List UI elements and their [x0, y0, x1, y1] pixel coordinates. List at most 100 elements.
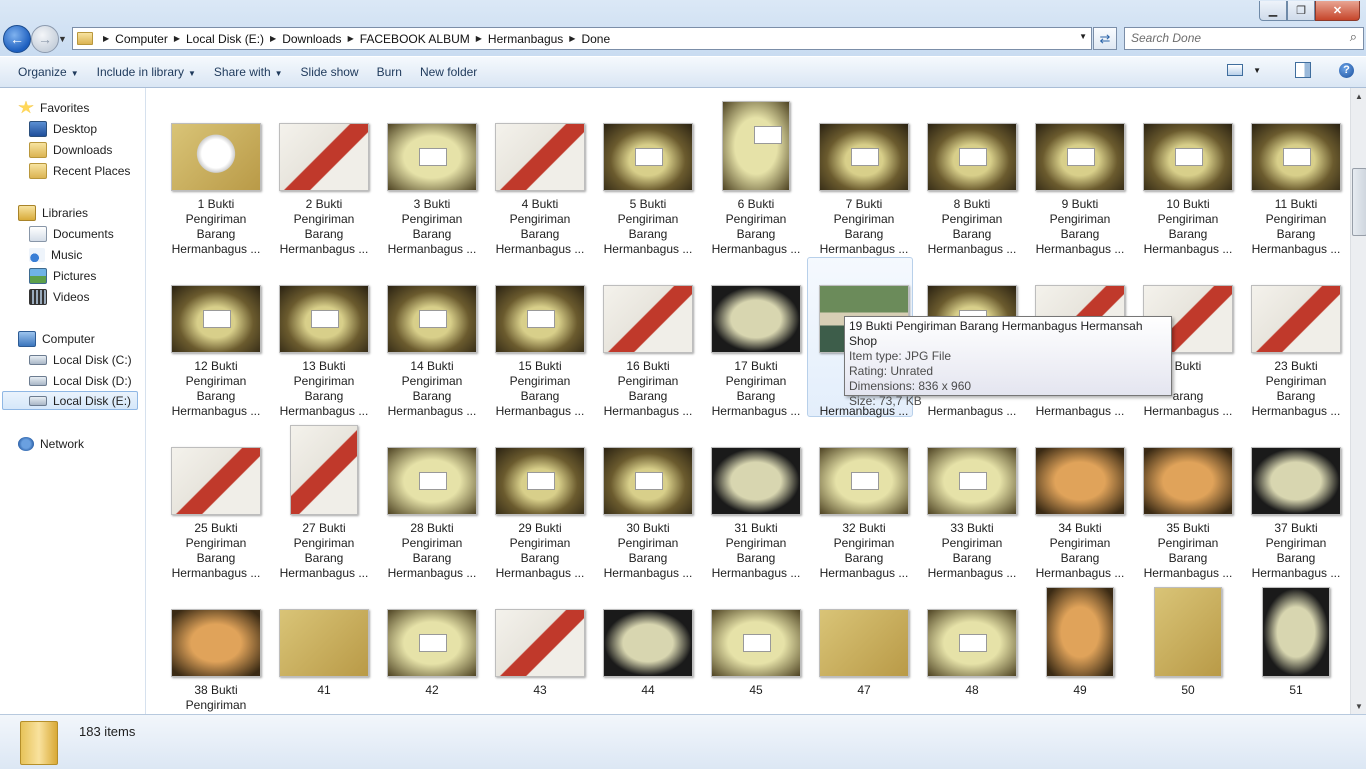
refresh-button[interactable]: ⇄	[1093, 27, 1117, 50]
scrollbar-thumb[interactable]	[1352, 168, 1366, 236]
file-item[interactable]: 45	[704, 581, 808, 714]
breadcrumb-downloads[interactable]: Downloads	[282, 32, 341, 46]
address-bar[interactable]: ▶ Computer ▶ Local Disk (E:) ▶ Downloads…	[72, 27, 1092, 50]
file-item[interactable]: 50	[1136, 581, 1240, 714]
file-item[interactable]: 17 Bukti Pengiriman Barang Hermanbagus ...	[704, 257, 808, 418]
breadcrumb-separator[interactable]: ▶	[270, 34, 276, 43]
file-item[interactable]: 7 Bukti Pengiriman Barang Hermanbagus ...	[812, 95, 916, 256]
scroll-down-arrow-icon[interactable]: ▼	[1351, 698, 1366, 714]
file-item[interactable]: 41	[272, 581, 376, 714]
file-name: 10 Bukti Pengiriman Barang Hermanbagus ...	[1136, 197, 1240, 257]
file-item[interactable]: 35 Bukti Pengiriman Barang Hermanbagus ...	[1136, 419, 1240, 580]
share-with-button[interactable]: Share with ▼	[205, 65, 292, 79]
preview-pane-icon[interactable]	[1295, 62, 1311, 78]
file-item[interactable]: 10 Bukti Pengiriman Barang Hermanbagus ...	[1136, 95, 1240, 256]
file-item[interactable]: 4 Bukti Pengiriman Barang Hermanbagus ...	[488, 95, 592, 256]
nav-local-disk-d[interactable]: Local Disk (D:)	[29, 371, 132, 390]
back-button[interactable]: ←	[3, 25, 31, 53]
file-item[interactable]: 34 Bukti Pengiriman Barang Hermanbagus ...	[1028, 419, 1132, 580]
file-item[interactable]: 23 Bukti Pengiriman Barang Hermanbagus ...	[1244, 257, 1348, 418]
nav-downloads[interactable]: Downloads	[29, 140, 112, 159]
file-item[interactable]: 12 Bukti Pengiriman Barang Hermanbagus ...	[164, 257, 268, 418]
file-name-line: Pengiriman	[185, 698, 247, 712]
file-item[interactable]: 9 Bukti Pengiriman Barang Hermanbagus ...	[1028, 95, 1132, 256]
file-item[interactable]: 15 Bukti Pengiriman Barang Hermanbagus ...	[488, 257, 592, 418]
nav-desktop[interactable]: Desktop	[29, 119, 97, 138]
file-item[interactable]: 29 Bukti Pengiriman Barang Hermanbagus ...	[488, 419, 592, 580]
nav-videos[interactable]: Videos	[29, 287, 89, 306]
file-item[interactable]: 44	[596, 581, 700, 714]
maximize-button[interactable]: ❐	[1287, 1, 1315, 21]
include-in-library-button[interactable]: Include in library ▼	[88, 65, 205, 79]
file-item[interactable]: 13 Bukti Pengiriman Barang Hermanbagus ...	[272, 257, 376, 418]
vertical-scrollbar[interactable]: ▲ ▼	[1350, 88, 1366, 714]
file-item[interactable]: 3 Bukti Pengiriman Barang Hermanbagus ...	[380, 95, 484, 256]
file-item[interactable]: 25 Bukti Pengiriman Barang Hermanbagus ...	[164, 419, 268, 580]
nav-music[interactable]: Music	[29, 245, 82, 264]
breadcrumb-separator[interactable]: ▶	[174, 34, 180, 43]
address-history-dropdown[interactable]: ▼	[1079, 32, 1087, 41]
file-item[interactable]: 14 Bukti Pengiriman Barang Hermanbagus ...	[380, 257, 484, 418]
file-item[interactable]: 27 Bukti Pengiriman Barang Hermanbagus ...	[272, 419, 376, 580]
file-item[interactable]: 32 Bukti Pengiriman Barang Hermanbagus ...	[812, 419, 916, 580]
search-input[interactable]	[1125, 28, 1331, 47]
file-item[interactable]: 51	[1244, 581, 1348, 714]
file-item[interactable]: 1 Bukti Pengiriman Barang Hermanbagus ...	[164, 95, 268, 256]
new-folder-button[interactable]: New folder	[411, 65, 486, 79]
file-item[interactable]: 49	[1028, 581, 1132, 714]
file-name-line: 38 Bukti	[194, 683, 238, 697]
file-item[interactable]: 11 Bukti Pengiriman Barang Hermanbagus ...	[1244, 95, 1348, 256]
breadcrumb-separator[interactable]: ▶	[569, 34, 575, 43]
file-item[interactable]: 2 Bukti Pengiriman Barang Hermanbagus ...	[272, 95, 376, 256]
breadcrumb-hermanbagus[interactable]: Hermanbagus	[488, 32, 563, 46]
search-box[interactable]: ⌕	[1124, 27, 1364, 50]
forward-button[interactable]: →	[31, 25, 59, 53]
view-options-dropdown[interactable]: ▼	[1253, 66, 1261, 75]
file-item[interactable]: 30 Bukti Pengiriman Barang Hermanbagus ...	[596, 419, 700, 580]
organize-button[interactable]: Organize ▼	[9, 65, 88, 79]
nav-libraries[interactable]: Libraries	[18, 203, 88, 222]
breadcrumb-done[interactable]: Done	[581, 32, 610, 46]
scroll-up-arrow-icon[interactable]: ▲	[1351, 88, 1366, 104]
nav-documents[interactable]: Documents	[29, 224, 114, 243]
breadcrumb-separator[interactable]: ▶	[348, 34, 354, 43]
file-item[interactable]: 37 Bukti Pengiriman Barang Hermanbagus ...	[1244, 419, 1348, 580]
recent-pages-dropdown[interactable]: ▼	[58, 34, 67, 44]
file-name-line: 47	[857, 683, 871, 697]
nav-pictures[interactable]: Pictures	[29, 266, 96, 285]
file-name-line: 33 Bukti	[950, 521, 994, 535]
file-item[interactable]: 48	[920, 581, 1024, 714]
file-item[interactable]: 28 Bukti Pengiriman Barang Hermanbagus ...	[380, 419, 484, 580]
file-item[interactable]: 47	[812, 581, 916, 714]
nav-computer[interactable]: Computer	[18, 329, 95, 348]
file-item[interactable]: 16 Bukti Pengiriman Barang Hermanbagus ...	[596, 257, 700, 418]
file-item[interactable]: 5 Bukti Pengiriman Barang Hermanbagus ...	[596, 95, 700, 256]
breadcrumb-separator[interactable]: ▶	[103, 34, 109, 43]
file-item[interactable]: 38 BuktiPengirimanBarang	[164, 581, 268, 714]
close-button[interactable]: ✕	[1315, 1, 1360, 21]
tooltip-size: Size: 73,7 KB	[849, 394, 922, 408]
file-item[interactable]: 31 Bukti Pengiriman Barang Hermanbagus ...	[704, 419, 808, 580]
file-item[interactable]: 8 Bukti Pengiriman Barang Hermanbagus ...	[920, 95, 1024, 256]
file-item[interactable]: 33 Bukti Pengiriman Barang Hermanbagus ...	[920, 419, 1024, 580]
slide-show-button[interactable]: Slide show	[292, 65, 368, 79]
nav-network[interactable]: Network	[18, 434, 84, 453]
thumbnail-note	[311, 310, 339, 328]
breadcrumb-facebook-album[interactable]: FACEBOOK ALBUM	[360, 32, 470, 46]
breadcrumb-separator[interactable]: ▶	[476, 34, 482, 43]
breadcrumb-computer[interactable]: Computer	[115, 32, 168, 46]
file-item[interactable]: 43	[488, 581, 592, 714]
change-view-icon[interactable]	[1227, 64, 1244, 76]
help-icon[interactable]: ?	[1339, 62, 1354, 78]
file-item[interactable]: 6 Bukti Pengiriman Barang Hermanbagus ...	[704, 95, 808, 256]
nav-favorites[interactable]: Favorites	[18, 98, 89, 117]
nav-recent-places[interactable]: Recent Places	[29, 161, 130, 180]
file-name-line: Pengiriman	[833, 536, 895, 550]
minimize-button[interactable]: ▁	[1259, 1, 1287, 21]
breadcrumb-local-disk-e[interactable]: Local Disk (E:)	[186, 32, 264, 46]
burn-button[interactable]: Burn	[368, 65, 411, 79]
nav-local-disk-e[interactable]: Local Disk (E:)	[2, 391, 138, 410]
nav-local-disk-c[interactable]: Local Disk (C:)	[29, 350, 132, 369]
search-icon[interactable]: ⌕	[1350, 29, 1357, 45]
file-item[interactable]: 42	[380, 581, 484, 714]
